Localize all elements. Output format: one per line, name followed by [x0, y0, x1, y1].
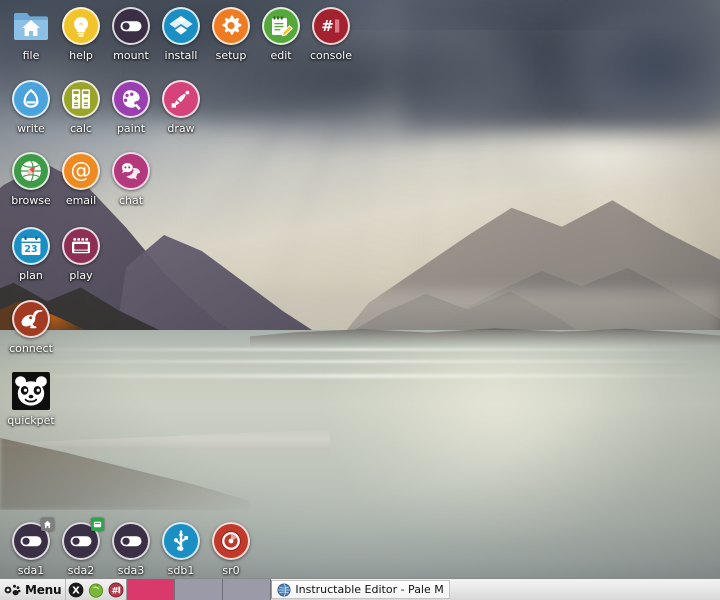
gear-icon [212, 7, 250, 45]
icon-glyph-wrap [159, 520, 203, 564]
svg-text:#: # [112, 586, 120, 596]
palette-icon [112, 80, 150, 118]
icon-glyph-wrap [109, 520, 153, 564]
puppy-paw-icon [4, 583, 22, 597]
icon-glyph-wrap [209, 5, 253, 49]
desktop-icon-draw[interactable]: draw [152, 78, 210, 135]
svg-text:#: # [321, 17, 334, 35]
icon-label: chat [102, 195, 160, 207]
drive-toggle-icon [112, 522, 150, 560]
optical-drive-icon [212, 522, 250, 560]
toggle-switch-icon [112, 7, 150, 45]
desktop-icon-quickpet[interactable]: quickpet [2, 370, 60, 427]
lightbulb-icon [62, 7, 100, 45]
icon-label: console [302, 50, 360, 62]
task-title: Instructable Editor - Pale M [295, 583, 443, 596]
icon-glyph-wrap [59, 78, 103, 122]
chat-bubbles-icon [112, 152, 150, 190]
taskbar: Menu X # Instructable Editor - Pale M [0, 578, 720, 600]
terminal-hash-icon: # [312, 7, 350, 45]
icon-glyph-wrap [109, 5, 153, 49]
icon-glyph-wrap [259, 5, 303, 49]
icon-glyph-wrap [59, 225, 103, 269]
media-player-icon [62, 227, 100, 265]
icon-glyph-wrap [59, 5, 103, 49]
desktop-icon-chat[interactable]: chat [102, 150, 160, 207]
calculator-icon [62, 80, 100, 118]
system-tray [714, 579, 720, 600]
tray-icon-hash-red[interactable]: # [106, 579, 126, 600]
icon-glyph-wrap [9, 78, 53, 122]
svg-text:@: @ [71, 158, 92, 182]
icon-label: play [52, 270, 110, 282]
workspace-2[interactable] [175, 579, 223, 600]
abiword-a-icon [12, 80, 50, 118]
desktop-icon-connect[interactable]: connect [2, 298, 60, 355]
draw-vector-icon [162, 80, 200, 118]
home-folder-icon [12, 7, 50, 45]
icon-label: draw [152, 123, 210, 135]
notepad-pencil-icon [262, 7, 300, 45]
svg-text:X: X [73, 585, 81, 596]
icon-glyph-wrap [9, 150, 53, 194]
desktop-icon-play[interactable]: play [52, 225, 110, 282]
svg-text:23: 23 [24, 244, 37, 255]
package-box-icon [162, 7, 200, 45]
desktop-icon-console[interactable]: # console [302, 5, 360, 62]
icon-label: quickpet [2, 415, 60, 427]
calendar-icon: 23 [12, 227, 50, 265]
panda-icon [12, 372, 50, 410]
task-button[interactable]: Instructable Editor - Pale M [271, 580, 449, 599]
tray-icon-apple-green[interactable] [86, 579, 106, 600]
workspace-pager [126, 579, 271, 600]
globe-browser-icon [277, 583, 291, 597]
window-task-list: Instructable Editor - Pale M [271, 579, 714, 600]
icon-glyph-wrap: 23 [9, 225, 53, 269]
icon-glyph-wrap [209, 520, 253, 564]
icon-glyph-wrap [109, 150, 153, 194]
desktop-icon-layer: filehelpmountinstallsetupedit#consolewri… [0, 0, 720, 578]
icon-glyph-wrap [9, 298, 53, 342]
icon-label: sr0 [202, 565, 260, 577]
workspace-3[interactable] [223, 579, 271, 600]
satellite-dish-icon [12, 300, 50, 338]
drive-icon-sr0[interactable]: sr0 [202, 520, 260, 577]
menu-button-label: Menu [25, 583, 61, 597]
usb-drive-icon [162, 522, 200, 560]
icon-glyph-wrap [159, 5, 203, 49]
icon-glyph-wrap [9, 520, 53, 564]
at-sign-icon: @ [62, 152, 100, 190]
icon-glyph-wrap [59, 520, 103, 564]
icon-glyph-wrap [9, 370, 53, 414]
icon-glyph-wrap [9, 5, 53, 49]
icon-label: connect [2, 343, 60, 355]
workspace-1[interactable] [127, 579, 175, 600]
tray-icon-xwindow[interactable]: X [66, 579, 86, 600]
menu-button[interactable]: Menu [0, 579, 66, 600]
icon-glyph-wrap: # [309, 5, 353, 49]
icon-glyph-wrap [159, 78, 203, 122]
icon-glyph-wrap: @ [59, 150, 103, 194]
globe-compass-icon [12, 152, 50, 190]
icon-glyph-wrap [109, 78, 153, 122]
